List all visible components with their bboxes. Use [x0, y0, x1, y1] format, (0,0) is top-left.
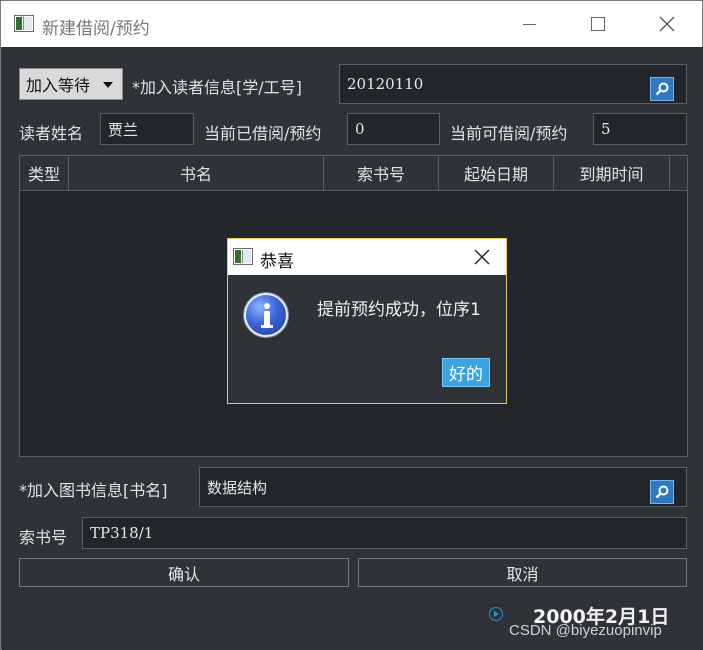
- book-input[interactable]: 数据结构: [199, 467, 687, 507]
- main-window: 新建借阅/预约 加入等待 *加入读者信息[学/工号] 20120110 读者姓名…: [0, 0, 703, 650]
- current-borrowed-value: 0: [355, 120, 365, 138]
- available-input[interactable]: 5: [593, 113, 687, 145]
- name-value: 贾兰: [108, 120, 139, 139]
- callno-label: 索书号: [19, 528, 68, 547]
- available-label: 当前可借阅/预约: [450, 124, 568, 143]
- table-corner: [670, 156, 687, 191]
- reader-search-button[interactable]: [650, 77, 674, 101]
- current-borrowed-input[interactable]: 0: [347, 113, 440, 145]
- window-title: 新建借阅/预约: [42, 19, 150, 39]
- info-icon: [244, 293, 288, 337]
- column-header-callno[interactable]: 索书号: [324, 156, 439, 191]
- success-dialog: 恭喜 提前预约成功，位序1 好的: [227, 238, 507, 404]
- table-header: 类型 书名 索书号 起始日期 到期时间: [20, 156, 670, 191]
- callno-value: TP318/1: [90, 524, 154, 542]
- dialog-title-bar: 恭喜: [228, 239, 506, 275]
- play-circle-icon: [489, 607, 503, 621]
- reader-id-input[interactable]: 20120110: [339, 64, 687, 104]
- dialog-close-button[interactable]: [468, 245, 496, 269]
- name-input[interactable]: 贾兰: [100, 113, 194, 145]
- column-header-type[interactable]: 类型: [20, 156, 69, 191]
- close-button[interactable]: [644, 1, 690, 47]
- ok-button[interactable]: 好的: [442, 358, 490, 387]
- app-window-icon: [14, 15, 34, 32]
- column-header-due-date[interactable]: 到期时间: [554, 156, 670, 191]
- book-value: 数据结构: [207, 478, 268, 497]
- column-header-start-date[interactable]: 起始日期: [439, 156, 554, 191]
- maximize-icon: [591, 17, 605, 31]
- app-window-icon: [233, 248, 253, 265]
- close-icon: [659, 16, 675, 32]
- confirm-button[interactable]: 确认: [19, 558, 349, 587]
- minimize-icon: [522, 23, 536, 25]
- column-header-title[interactable]: 书名: [69, 156, 324, 191]
- title-bar: 新建借阅/预约: [1, 1, 702, 47]
- cancel-button[interactable]: 取消: [358, 558, 687, 587]
- search-icon: [655, 82, 669, 96]
- maximize-button[interactable]: [575, 1, 621, 47]
- close-icon: [474, 249, 490, 265]
- book-search-button[interactable]: [650, 480, 674, 504]
- reader-id-value: 20120110: [347, 75, 424, 93]
- watermark-text: CSDN @biyezuopinvip: [509, 622, 662, 639]
- callno-input[interactable]: TP318/1: [82, 517, 687, 549]
- book-label: *加入图书信息[书名]: [19, 481, 168, 500]
- current-borrowed-label: 当前已借阅/预约: [204, 124, 322, 143]
- mode-combo-value: 加入等待: [26, 76, 91, 95]
- available-value: 5: [601, 120, 611, 138]
- name-label: 读者姓名: [19, 124, 84, 143]
- reader-label: *加入读者信息[学/工号]: [132, 78, 302, 97]
- mode-combo[interactable]: 加入等待: [19, 68, 123, 100]
- minimize-button[interactable]: [506, 1, 552, 47]
- dialog-title: 恭喜: [260, 252, 294, 272]
- search-icon: [655, 485, 669, 499]
- dialog-message: 提前预约成功，位序1: [317, 300, 481, 320]
- chevron-down-icon: [103, 82, 113, 88]
